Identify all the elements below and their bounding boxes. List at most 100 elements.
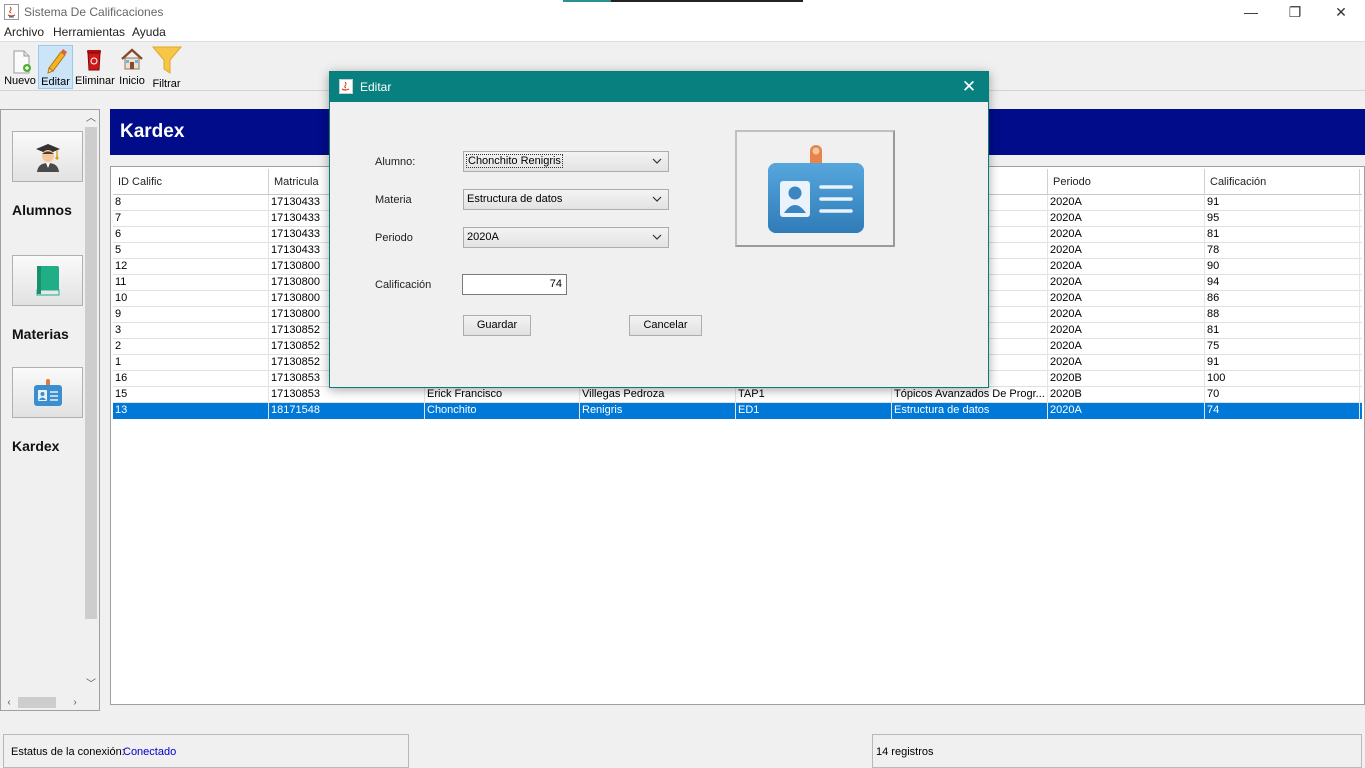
menu-bar: Archivo Herramientas Ayuda	[0, 24, 1365, 42]
connection-status-value: Conectado	[123, 746, 177, 758]
minimize-button[interactable]: —	[1228, 0, 1274, 24]
table-cell: 2020A	[1048, 339, 1205, 355]
table-cell: 100	[1205, 371, 1360, 387]
table-row-selected[interactable]: 13 18171548 Chonchito Renigris ED1 Estructura…	[113, 403, 1362, 419]
table-cell: 91	[1205, 195, 1360, 211]
student-graduate-icon	[35, 143, 60, 172]
id-card-icon	[33, 378, 62, 406]
table-cell: Chonchito	[425, 403, 580, 419]
vertical-scroll-thumb[interactable]	[85, 127, 97, 619]
editar-label: Editar	[41, 76, 70, 88]
inicio-button[interactable]: Inicio	[116, 45, 148, 89]
table-cell: 2020A	[1048, 243, 1205, 259]
table-cell: 75	[1205, 339, 1360, 355]
close-window-button[interactable]: ✕	[1318, 0, 1364, 24]
guardar-button[interactable]: Guardar	[463, 315, 531, 336]
menu-archivo[interactable]: Archivo	[4, 25, 44, 39]
chevron-down-icon	[652, 196, 662, 202]
cancelar-button[interactable]: Cancelar	[629, 315, 702, 336]
alumnos-nav-button[interactable]	[12, 131, 83, 182]
kardex-nav-button[interactable]	[12, 367, 83, 418]
table-cell: 2020A	[1048, 291, 1205, 307]
eliminar-label: Eliminar	[75, 75, 115, 87]
periodo-label: Periodo	[375, 232, 413, 244]
table-cell: 2020A	[1048, 307, 1205, 323]
table-cell: 12	[113, 259, 269, 275]
periodo-selected-value: 2020A	[467, 231, 499, 243]
table-cell: 74	[1205, 403, 1360, 419]
materias-nav-label: Materias	[12, 326, 69, 342]
restore-button[interactable]: ❐	[1272, 0, 1318, 24]
table-cell: Erick Francisco	[425, 387, 580, 403]
eliminar-button[interactable]: Eliminar	[75, 45, 115, 89]
table-cell: 1	[113, 355, 269, 371]
dialog-title-bar: Editar ✕	[330, 72, 988, 102]
periodo-combobox[interactable]: 2020A	[463, 227, 669, 248]
materias-nav-button[interactable]	[12, 255, 83, 306]
table-cell: 2020A	[1048, 323, 1205, 339]
record-count-panel: 14 registros	[872, 734, 1362, 768]
scroll-up-arrow-icon[interactable]: ︿	[83, 111, 99, 127]
table-cell: 88	[1205, 307, 1360, 323]
connection-status-label: Estatus de la conexión:	[11, 746, 125, 758]
pencil-icon	[47, 49, 67, 74]
table-cell: 9	[113, 307, 269, 323]
menu-herramientas[interactable]: Herramientas	[53, 25, 125, 39]
calificacion-input[interactable]: 74	[462, 274, 567, 295]
alumno-label: Alumno:	[375, 156, 416, 168]
filtrar-label: Filtrar	[152, 78, 181, 90]
table-cell: 81	[1205, 227, 1360, 243]
trash-icon	[87, 50, 101, 71]
record-count: 14 registros	[876, 746, 934, 758]
table-cell: 2020A	[1048, 259, 1205, 275]
kardex-badge-image	[735, 130, 895, 247]
left-nav-panel: Alumnos Materias Kardex ︿ ﹀ ‹ ›	[0, 109, 100, 711]
alumno-combobox[interactable]: Chonchito Renigris	[463, 151, 669, 172]
kardex-nav-label: Kardex	[12, 438, 60, 454]
chevron-down-icon	[652, 158, 662, 164]
table-cell: 78	[1205, 243, 1360, 259]
id-badge-icon	[768, 145, 864, 233]
table-cell: 2020A	[1048, 227, 1205, 243]
column-header[interactable]: ID Calific	[113, 169, 269, 195]
table-cell: 86	[1205, 291, 1360, 307]
chevron-down-icon	[652, 234, 662, 240]
table-cell: 13	[113, 403, 269, 419]
dialog-close-button[interactable]: ✕	[954, 72, 984, 102]
taskbar-accent	[563, 0, 803, 2]
table-cell: 10	[113, 291, 269, 307]
editar-button[interactable]: Editar	[38, 45, 73, 89]
table-cell: 7	[113, 211, 269, 227]
scroll-left-arrow-icon[interactable]: ‹	[1, 695, 17, 710]
table-cell: Estructura de datos	[892, 403, 1048, 419]
left-panel-horizontal-scrollbar[interactable]: ‹ ›	[1, 695, 83, 710]
table-cell: 2	[113, 339, 269, 355]
nuevo-button[interactable]: Nuevo	[3, 45, 37, 89]
table-cell: 16	[113, 371, 269, 387]
table-cell: TAP1	[736, 387, 892, 403]
book-icon	[36, 265, 59, 295]
materia-combobox[interactable]: Estructura de datos	[463, 189, 669, 210]
title-bar: Sistema De Calificaciones — ❐ ✕	[0, 0, 1365, 24]
table-cell: 94	[1205, 275, 1360, 291]
table-cell: 18171548	[269, 403, 425, 419]
left-panel-vertical-scrollbar[interactable]: ︿ ﹀	[83, 110, 99, 695]
table-cell: 8	[113, 195, 269, 211]
table-cell: ED1	[736, 403, 892, 419]
table-cell: 95	[1205, 211, 1360, 227]
column-header[interactable]: Periodo	[1048, 169, 1205, 195]
table-cell: 2020A	[1048, 195, 1205, 211]
filtrar-button[interactable]: Filtrar	[150, 45, 183, 90]
scroll-down-arrow-icon[interactable]: ﹀	[83, 677, 99, 693]
table-cell: 6	[113, 227, 269, 243]
calificacion-label: Calificación	[375, 279, 432, 291]
column-header[interactable]: Calificación	[1205, 169, 1360, 195]
horizontal-scroll-thumb[interactable]	[18, 697, 56, 708]
table-row[interactable]: 15 17130853 Erick Francisco Villegas Pedroz…	[113, 387, 1362, 403]
menu-ayuda[interactable]: Ayuda	[132, 25, 166, 39]
dialog-title: Editar	[360, 80, 392, 94]
scroll-right-arrow-icon[interactable]: ›	[67, 695, 83, 710]
java-app-icon	[4, 4, 19, 20]
table-cell: 2020A	[1048, 403, 1205, 419]
table-cell: Villegas Pedroza	[580, 387, 736, 403]
